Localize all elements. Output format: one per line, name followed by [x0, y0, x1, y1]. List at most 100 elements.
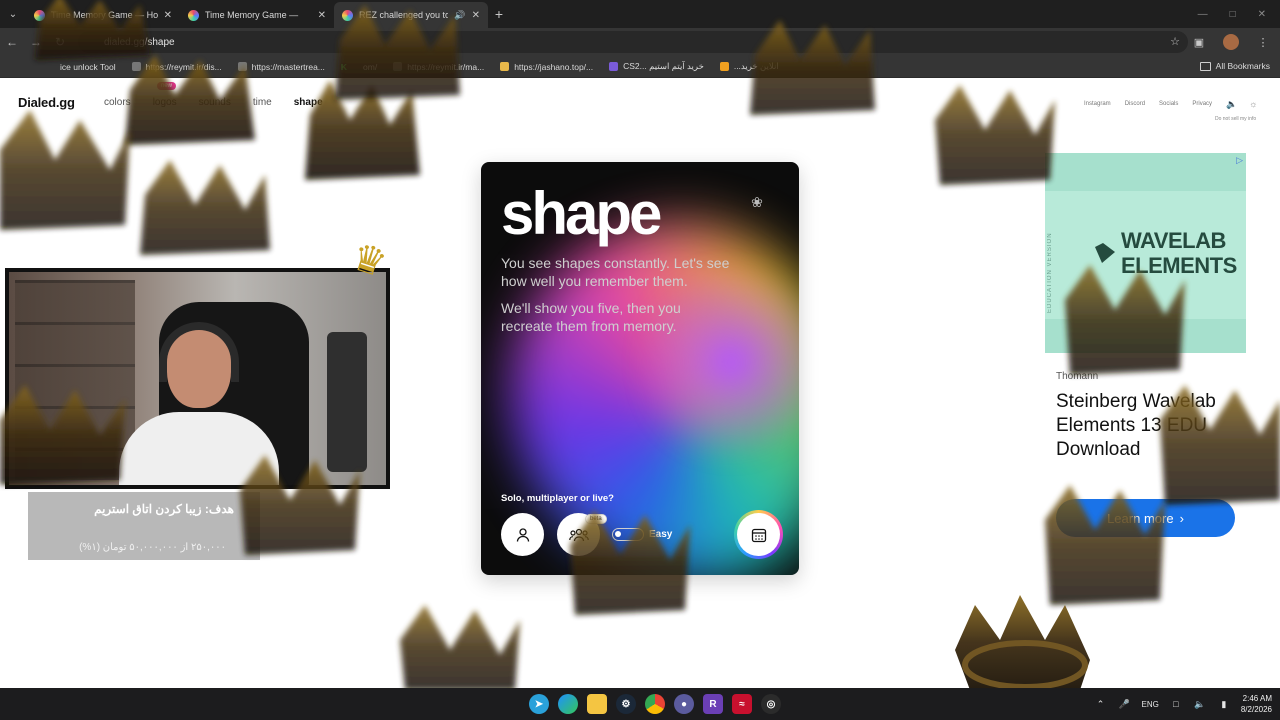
tab-2[interactable]: Time Memory Game — ✕	[180, 2, 334, 28]
rockstar-icon[interactable]: R	[703, 694, 723, 714]
chevron-right-icon: ›	[1179, 510, 1184, 526]
tab-1[interactable]: Time Memory Game — How G ✕	[26, 2, 180, 28]
ad-vendor[interactable]: Thomann	[1056, 371, 1098, 382]
close-window-icon[interactable]: ✕	[1258, 9, 1266, 20]
bookmark-item[interactable]: om/	[363, 62, 377, 72]
back-icon[interactable]: ←	[0, 35, 24, 49]
link-instagram[interactable]: Instagram	[1084, 101, 1111, 107]
tab-title: Time Memory Game — How G	[51, 10, 158, 20]
tab-3[interactable]: REZ challenged you to a sp 🔊 ✕	[334, 2, 488, 28]
tab-title: Time Memory Game —	[205, 10, 299, 20]
game-description: You see shapes constantly. Let's see how…	[501, 255, 730, 289]
forward-icon[interactable]: →	[24, 35, 48, 49]
goal-progress: ۲۵۰,۰۰۰ از ۵۰,۰۰۰,۰۰۰ تومان (۱%)	[79, 542, 226, 553]
game-description-2: We'll show you five, then you recreate t…	[501, 300, 681, 334]
extensions-icon[interactable]: ▣	[1190, 33, 1208, 51]
obs-icon[interactable]: ◎	[761, 694, 781, 714]
mic-arm-image	[327, 332, 367, 472]
link-privacy[interactable]: Privacy	[1192, 101, 1212, 107]
streamer-body-image	[119, 412, 279, 485]
bookmark-label: K	[340, 61, 348, 72]
chevron-up-icon[interactable]: ⌃	[1094, 699, 1108, 710]
privacy-note[interactable]: Do not sell my info	[1215, 116, 1256, 122]
link-socials[interactable]: Socials	[1159, 101, 1178, 107]
system-tray: ⌃ 🎤 ENG □ 🔈 ▮ 2:46 AM 8/2/2026	[1094, 688, 1272, 720]
clock-time: 2:46 AM	[1242, 694, 1272, 703]
telegram-icon[interactable]: ➤	[529, 694, 549, 714]
network-icon[interactable]: □	[1169, 699, 1183, 709]
tab-close-icon[interactable]: ✕	[318, 10, 326, 21]
battery-icon[interactable]: ▮	[1217, 699, 1231, 710]
bookmark-item[interactable]: ...انلاین خرید	[719, 61, 779, 72]
nav-sounds[interactable]: sounds	[199, 97, 231, 108]
bookmark-label: ice unlock Tool	[60, 61, 116, 72]
maximize-icon[interactable]: □	[1230, 9, 1236, 20]
ad-cta-label: Learn more	[1107, 510, 1174, 526]
mic-icon[interactable]: 🎤	[1118, 699, 1132, 710]
bookmark-item[interactable]: https://mastertrea...	[237, 62, 325, 72]
menu-icon[interactable]: ⋮	[1254, 33, 1272, 51]
ad-image[interactable]: ▷ EDUCATION VERSION WAVELAB ELEMENTS	[1045, 153, 1246, 353]
volume-icon[interactable]: 🔈	[1193, 699, 1207, 710]
bookmark-favicon-icon	[131, 62, 141, 71]
browser-toolbar: ← → ↻ dialed.gg/shape ☆ ▣ ⋮	[0, 28, 1280, 56]
bookmarks-bar: ice unlock Tool https://reymit.ir/dis...…	[0, 56, 1280, 78]
bookmark-item[interactable]: https://reymit.ir/dis...	[131, 62, 222, 72]
bookmark-star-icon[interactable]: ☆	[1170, 35, 1180, 48]
goal-title: هدف: زیبا کردن اتاق استریم	[94, 502, 234, 516]
live-toggle[interactable]	[612, 528, 644, 541]
language-indicator[interactable]: ENG	[1142, 700, 1159, 709]
bookmark-favicon-icon	[237, 62, 247, 71]
tab-close-icon[interactable]: ✕	[164, 10, 172, 21]
site-favicon-icon	[342, 9, 353, 21]
edge-icon[interactable]	[558, 694, 578, 714]
daily-challenge-button[interactable]	[734, 510, 783, 559]
file-explorer-icon[interactable]	[587, 694, 607, 714]
taskbar-apps: ➤ ⚙ ● R ≈ ◎	[529, 694, 781, 714]
crown-icon	[955, 595, 1090, 690]
reload-icon[interactable]: ↻	[48, 35, 72, 49]
chrome-icon[interactable]	[645, 694, 665, 714]
nav-logos[interactable]: logos	[153, 97, 177, 108]
ad-logo-line2: ELEMENTS	[1121, 253, 1237, 278]
laurel-icon[interactable]: ❀	[747, 194, 767, 214]
tab-title: REZ challenged you to a sp	[359, 10, 449, 20]
ad-headline[interactable]: Steinberg Wavelab Elements 13 EDU Downlo…	[1056, 390, 1266, 462]
profile-avatar[interactable]	[1222, 33, 1240, 51]
link-discord[interactable]: Discord	[1125, 101, 1145, 107]
windows-taskbar: ➤ ⚙ ● R ≈ ◎ ⌃ 🎤 ENG □ 🔈 ▮ 2:46 AM 8/2/20…	[0, 688, 1280, 720]
bookmark-item[interactable]: https://reymit.ir/ma...	[393, 62, 484, 72]
crown-icon	[400, 605, 520, 690]
adchoices-icon[interactable]: ▷	[1236, 155, 1243, 166]
theme-toggle-icon[interactable]: ☼	[1249, 99, 1257, 110]
steam-icon[interactable]: ⚙	[616, 694, 636, 714]
new-tab-button[interactable]: +	[488, 6, 510, 22]
webcam-overlay	[5, 268, 390, 489]
all-bookmarks[interactable]: All Bookmarks	[1199, 61, 1270, 71]
tab-search-icon[interactable]: ⌄	[0, 0, 26, 28]
shelf-image	[15, 280, 135, 480]
solo-button[interactable]	[501, 513, 544, 556]
speaker-icon[interactable]: 🔊	[454, 10, 465, 21]
bookmark-label: https://jashano.top/...	[514, 61, 594, 72]
ad-cta-button[interactable]: Learn more ›	[1056, 499, 1235, 537]
address-bar[interactable]: dialed.gg/shape ☆	[78, 31, 1188, 53]
site-links: Instagram Discord Socials Privacy	[1084, 101, 1212, 107]
bookmark-item[interactable]: K	[341, 62, 347, 72]
minimize-icon[interactable]: —	[1198, 9, 1208, 20]
nav-colors[interactable]: colors	[104, 97, 131, 108]
url-text: dialed.gg/shape	[104, 36, 175, 48]
clock[interactable]: 2:46 AM 8/2/2026	[1241, 693, 1272, 715]
tab-close-icon[interactable]: ✕	[472, 10, 480, 21]
ad-logo: WAVELAB ELEMENTS	[1095, 228, 1237, 278]
sound-icon[interactable]: 🔈	[1226, 99, 1237, 110]
difficulty-label[interactable]: Easy	[649, 529, 672, 540]
app-icon[interactable]: ●	[674, 694, 694, 714]
nav-shape[interactable]: shape	[294, 97, 323, 108]
game-launcher-icon[interactable]: ≈	[732, 694, 752, 714]
bookmark-item[interactable]: CS2... خرید آیتم استیم	[609, 61, 704, 72]
bookmark-item[interactable]: ice unlock Tool	[60, 62, 116, 72]
bookmark-item[interactable]: https://jashano.top/...	[500, 62, 593, 72]
nav-time[interactable]: time	[253, 97, 272, 108]
site-logo[interactable]: Dialed.gg	[18, 95, 75, 110]
